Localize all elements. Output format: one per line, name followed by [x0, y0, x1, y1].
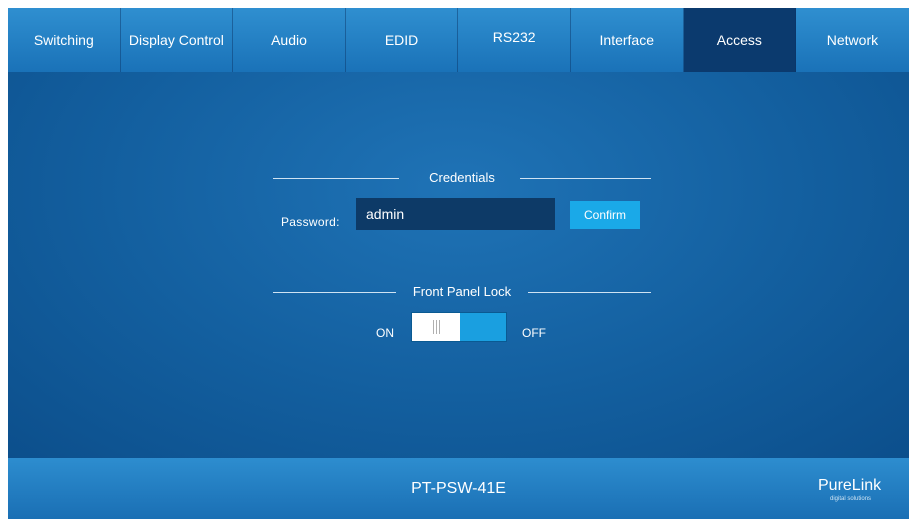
- top-nav: Switching Display Control Audio EDID RS2…: [8, 8, 909, 72]
- front-panel-lock-header: Front Panel Lock: [273, 282, 651, 302]
- confirm-button[interactable]: Confirm: [570, 201, 640, 229]
- front-panel-lock-title: Front Panel Lock: [412, 284, 512, 299]
- password-input[interactable]: [356, 198, 555, 230]
- tab-switching[interactable]: Switching: [8, 8, 121, 72]
- grip-icon: [433, 320, 441, 334]
- tab-access[interactable]: Access: [683, 8, 797, 72]
- tab-interface[interactable]: Interface: [571, 8, 684, 72]
- access-panel: Credentials Password: Confirm Front Pane…: [8, 72, 909, 458]
- tab-network[interactable]: Network: [796, 8, 909, 72]
- password-label: Password:: [281, 215, 340, 229]
- tab-audio[interactable]: Audio: [233, 8, 346, 72]
- tab-display-control[interactable]: Display Control: [121, 8, 234, 72]
- tab-edid[interactable]: EDID: [346, 8, 459, 72]
- credentials-header: Credentials: [273, 168, 651, 188]
- lock-on-label: ON: [376, 326, 394, 340]
- purelink-logo: PureLink: [818, 477, 882, 494]
- app-frame: Switching Display Control Audio EDID RS2…: [8, 8, 909, 519]
- device-model: PT-PSW-41E: [411, 480, 506, 497]
- toggle-knob[interactable]: [412, 313, 460, 341]
- front-panel-lock-toggle[interactable]: [411, 312, 507, 342]
- lock-off-label: OFF: [522, 326, 546, 340]
- credentials-title: Credentials: [429, 170, 495, 185]
- logo-tagline: digital solutions: [830, 496, 872, 502]
- tab-rs232[interactable]: RS232: [458, 8, 571, 72]
- footer-bar: PT-PSW-41E PureLink digital solutions: [8, 458, 909, 519]
